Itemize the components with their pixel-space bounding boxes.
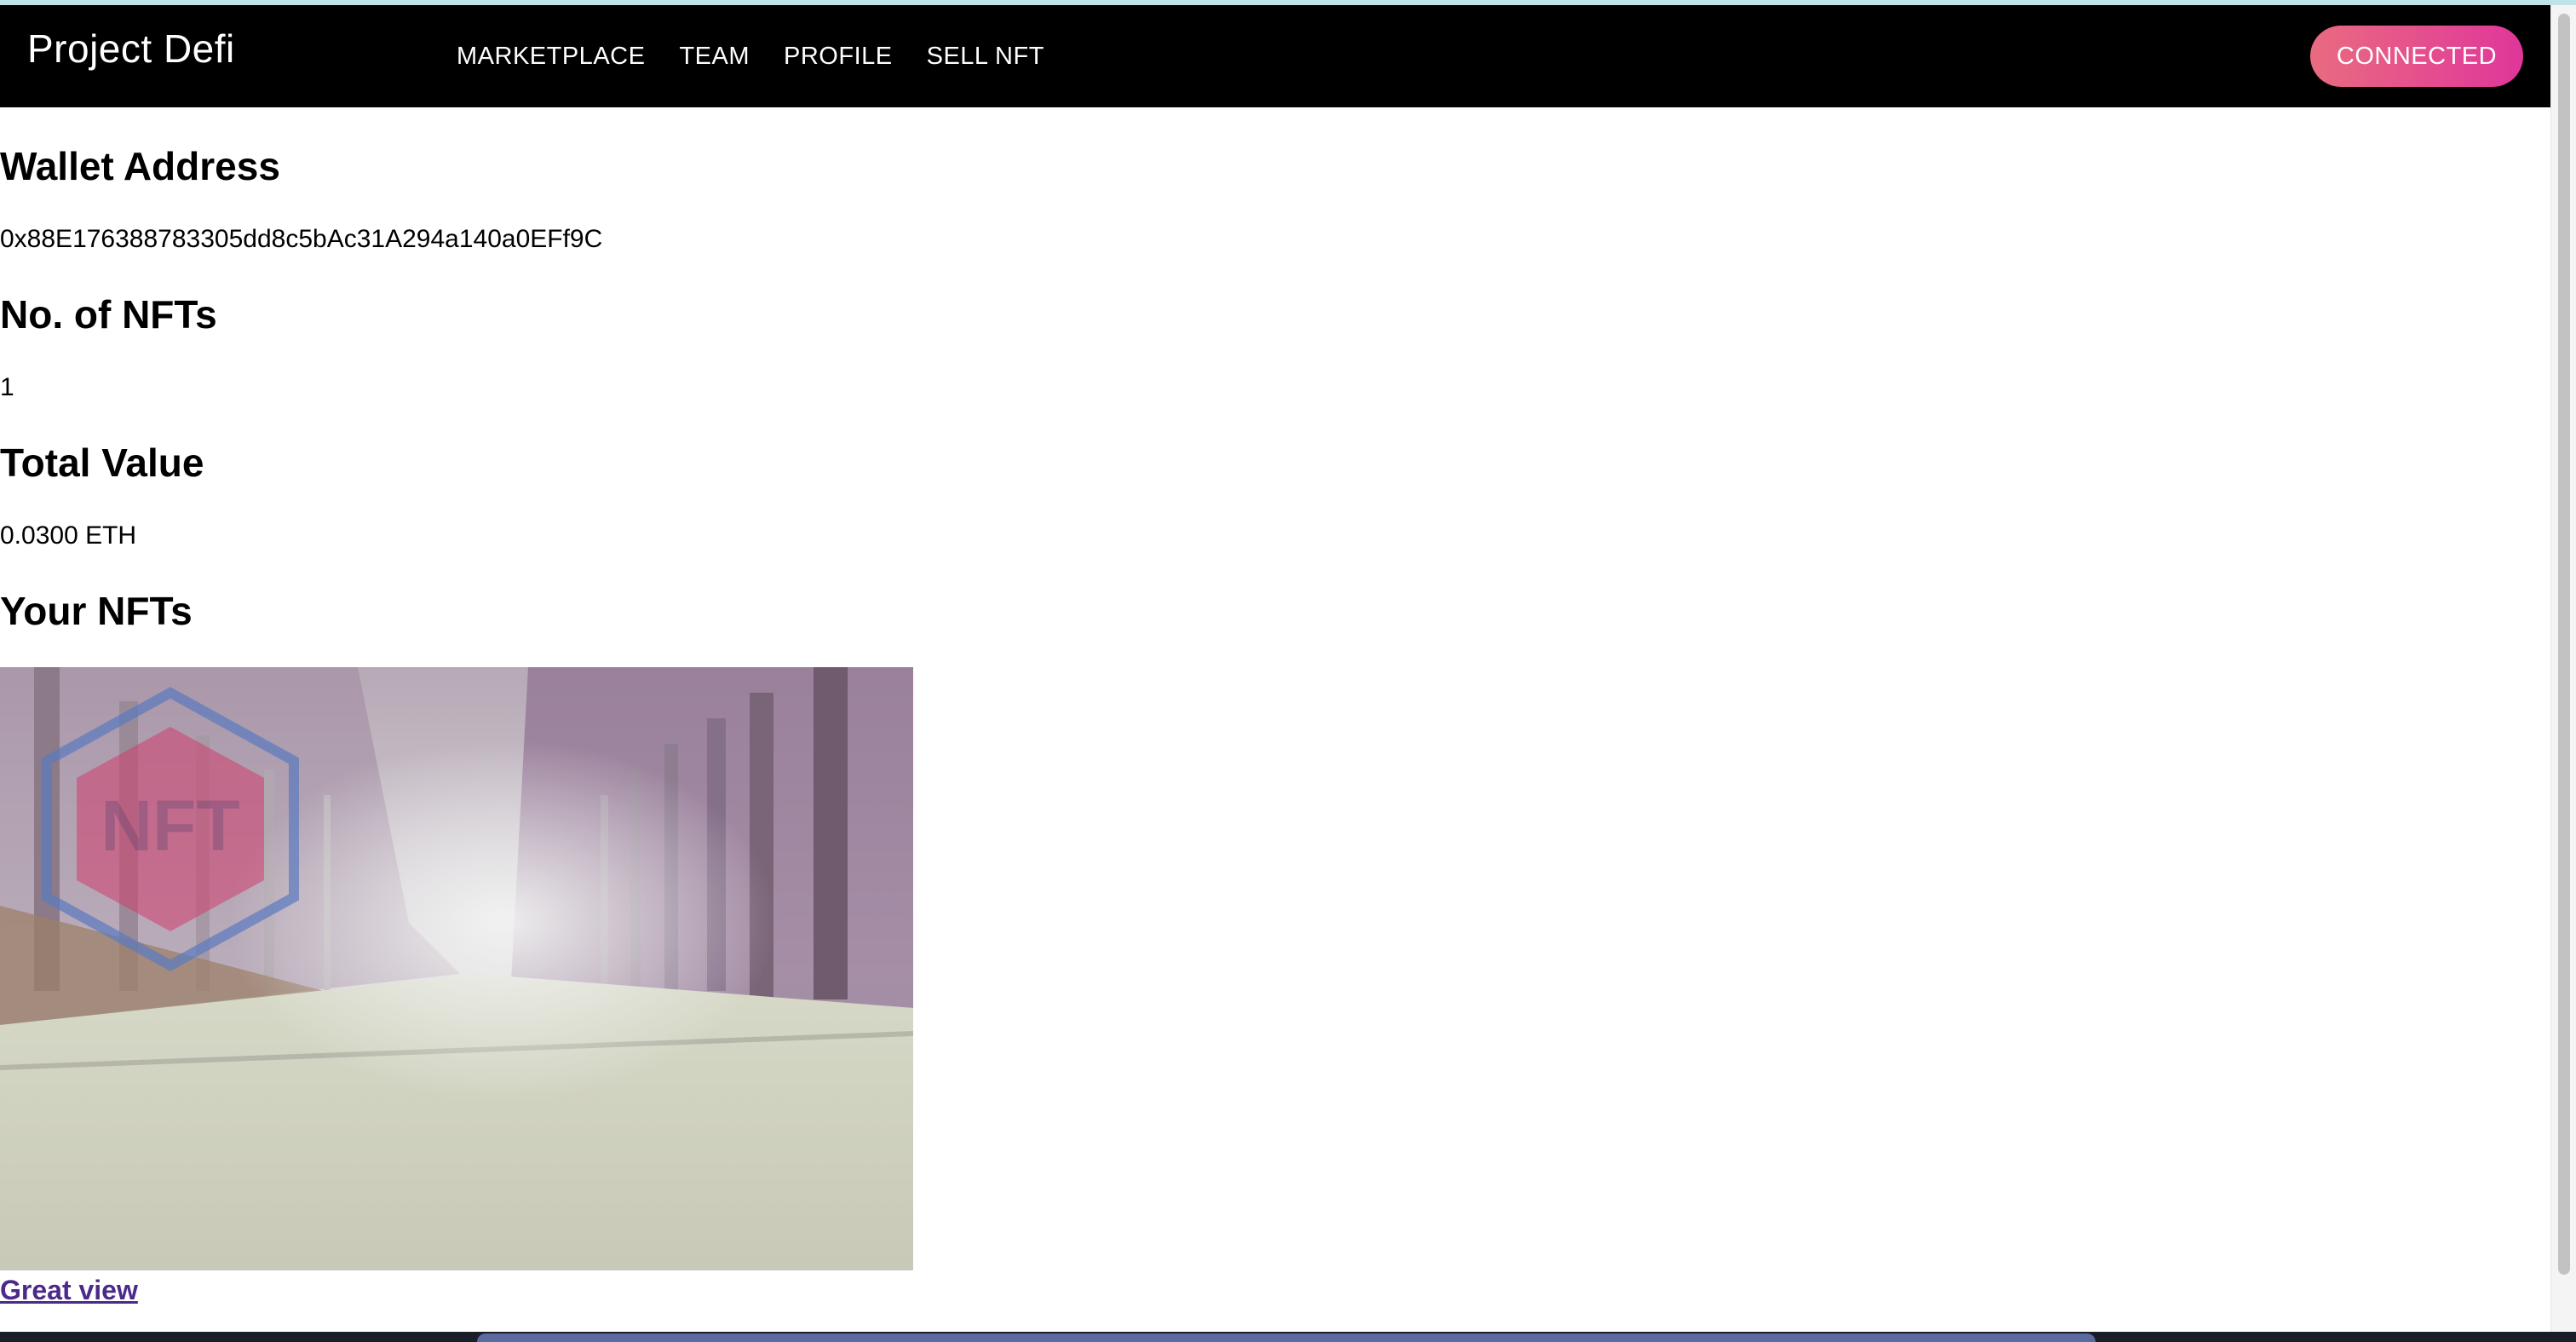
total-value-heading: Total Value — [0, 441, 204, 485]
svg-text:NFT: NFT — [101, 786, 239, 866]
nav-link-team[interactable]: TEAM — [679, 43, 750, 71]
nav-links: MARKETPLACE TEAM PROFILE SELL NFT — [457, 43, 1078, 71]
nav-link-profile[interactable]: PROFILE — [784, 43, 893, 71]
nav-link-marketplace[interactable]: MARKETPLACE — [457, 43, 645, 71]
browser-viewport: Project Defi MARKETPLACE TEAM PROFILE SE… — [0, 0, 2576, 1342]
brand-title[interactable]: Project Defi — [27, 26, 235, 72]
os-dock-edge — [0, 1332, 2576, 1342]
wallet-address-heading: Wallet Address — [0, 144, 280, 188]
nft-card[interactable]: NFT — [0, 667, 913, 1270]
connect-wallet-button[interactable]: CONNECTED — [2310, 26, 2523, 87]
dock-edge — [477, 1333, 2096, 1342]
wallet-address-value: 0x88E176388783305dd8c5bAc31A294a140a0EFf… — [0, 225, 603, 253]
nft-image[interactable]: NFT — [0, 667, 913, 1270]
your-nfts-heading: Your NFTs — [0, 589, 193, 633]
scrollbar-thumb[interactable] — [2558, 14, 2570, 1275]
vertical-scrollbar[interactable] — [2550, 5, 2576, 1334]
total-value-value: 0.0300 ETH — [0, 521, 137, 550]
navbar: Project Defi MARKETPLACE TEAM PROFILE SE… — [0, 5, 2550, 107]
nft-title-link[interactable]: Great view — [0, 1275, 138, 1306]
nft-count-value: 1 — [0, 373, 14, 401]
nft-count-heading: No. of NFTs — [0, 292, 217, 337]
nav-link-sell-nft[interactable]: SELL NFT — [927, 43, 1044, 71]
